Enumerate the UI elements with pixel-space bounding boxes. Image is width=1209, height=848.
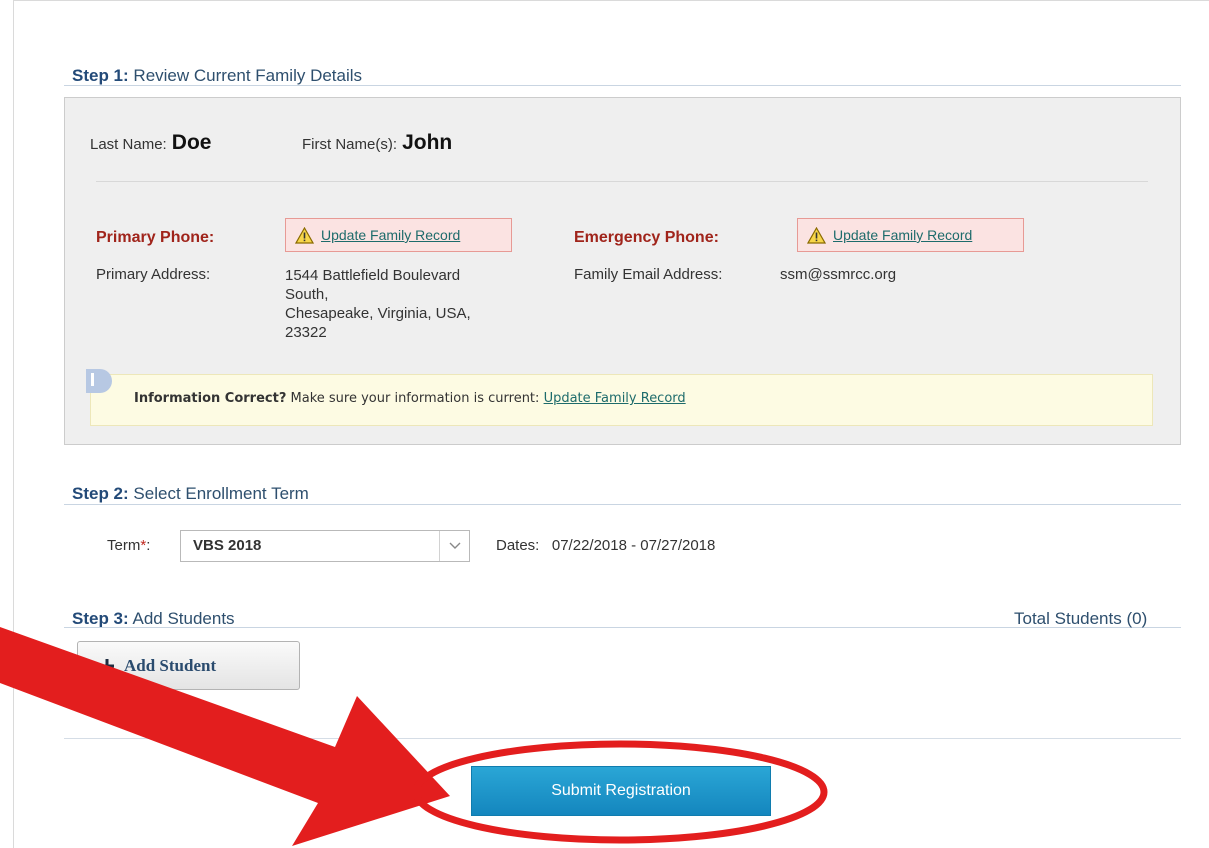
- primary-address-label: Primary Address:: [96, 266, 211, 283]
- submit-registration-button[interactable]: Submit Registration: [471, 766, 771, 816]
- address-line: 23322: [285, 324, 327, 341]
- first-name-value: John: [402, 131, 453, 154]
- warning-icon: [807, 226, 826, 244]
- last-name-label: Last Name:: [90, 136, 167, 153]
- dates-row: Dates: 07/22/2018 - 07/27/2018: [496, 537, 715, 554]
- term-colon: :: [146, 537, 151, 554]
- info-text-row: Information Correct? Make sure your info…: [134, 391, 686, 406]
- emergency-phone-label: Emergency Phone:: [574, 229, 719, 246]
- panel-divider: [96, 181, 1148, 182]
- step3-number: Step 3:: [72, 609, 129, 628]
- address-line: Chesapeake, Virginia, USA,: [285, 305, 471, 322]
- primary-address-value: 1544 Battlefield Boulevard South, Chesap…: [285, 266, 545, 342]
- step3-title: Add Students: [132, 609, 235, 628]
- primary-phone-label: Primary Phone:: [96, 229, 215, 246]
- step1-heading: Step 1: Review Current Family Details: [72, 66, 362, 86]
- total-students: Total Students (0): [1014, 609, 1148, 628]
- address-line: South,: [285, 286, 329, 303]
- first-name-label: First Name(s):: [302, 136, 397, 153]
- info-bold: Information Correct?: [134, 391, 287, 406]
- email-value: ssm@ssmrcc.org: [780, 266, 897, 283]
- email-label: Family Email Address:: [574, 266, 723, 283]
- last-name-value: Doe: [171, 131, 212, 154]
- term-label: Term: [107, 537, 141, 554]
- footer-rule: [64, 738, 1181, 739]
- step2-title: Select Enrollment Term: [133, 484, 309, 503]
- primary-phone-update-box: Update Family Record: [285, 218, 512, 252]
- submit-label: Submit Registration: [551, 782, 691, 799]
- chevron-down-icon[interactable]: [449, 542, 461, 550]
- select-divider: [439, 531, 440, 561]
- info-update-link[interactable]: Update Family Record: [544, 391, 686, 406]
- term-label-row: Term*:: [107, 537, 150, 554]
- info-icon: [86, 369, 112, 393]
- info-text: Make sure your information is current:: [290, 391, 540, 406]
- step2-number: Step 2:: [72, 484, 129, 503]
- step1-rule: [64, 85, 1181, 86]
- term-selected-value: VBS 2018: [193, 537, 262, 554]
- step1-title: Review Current Family Details: [133, 66, 363, 85]
- dates-value: 07/22/2018 - 07/27/2018: [551, 537, 716, 554]
- plus-icon: [100, 658, 114, 673]
- info-notice: Information Correct? Make sure your info…: [86, 369, 1153, 426]
- last-name-row: Last Name: Doe: [90, 131, 211, 155]
- dates-label: Dates:: [496, 537, 540, 554]
- primary-phone-update-link[interactable]: Update Family Record: [321, 227, 460, 243]
- term-select[interactable]: VBS 2018: [180, 530, 470, 562]
- address-line: 1544 Battlefield Boulevard: [285, 267, 461, 284]
- warning-icon: [295, 226, 314, 244]
- emergency-phone-update-box: Update Family Record: [797, 218, 1024, 252]
- step3-heading: Step 3: Add Students: [72, 609, 235, 629]
- step2-heading: Step 2: Select Enrollment Term: [72, 484, 309, 504]
- add-student-label: Add Student: [124, 655, 217, 675]
- first-name-row: First Name(s): John: [302, 131, 452, 155]
- step1-number: Step 1:: [72, 66, 129, 85]
- family-details-panel: Last Name: Doe First Name(s): John Prima…: [64, 97, 1181, 445]
- add-student-button[interactable]: Add Student: [77, 641, 300, 690]
- emergency-phone-update-link[interactable]: Update Family Record: [833, 227, 972, 243]
- step2-rule: [64, 504, 1181, 505]
